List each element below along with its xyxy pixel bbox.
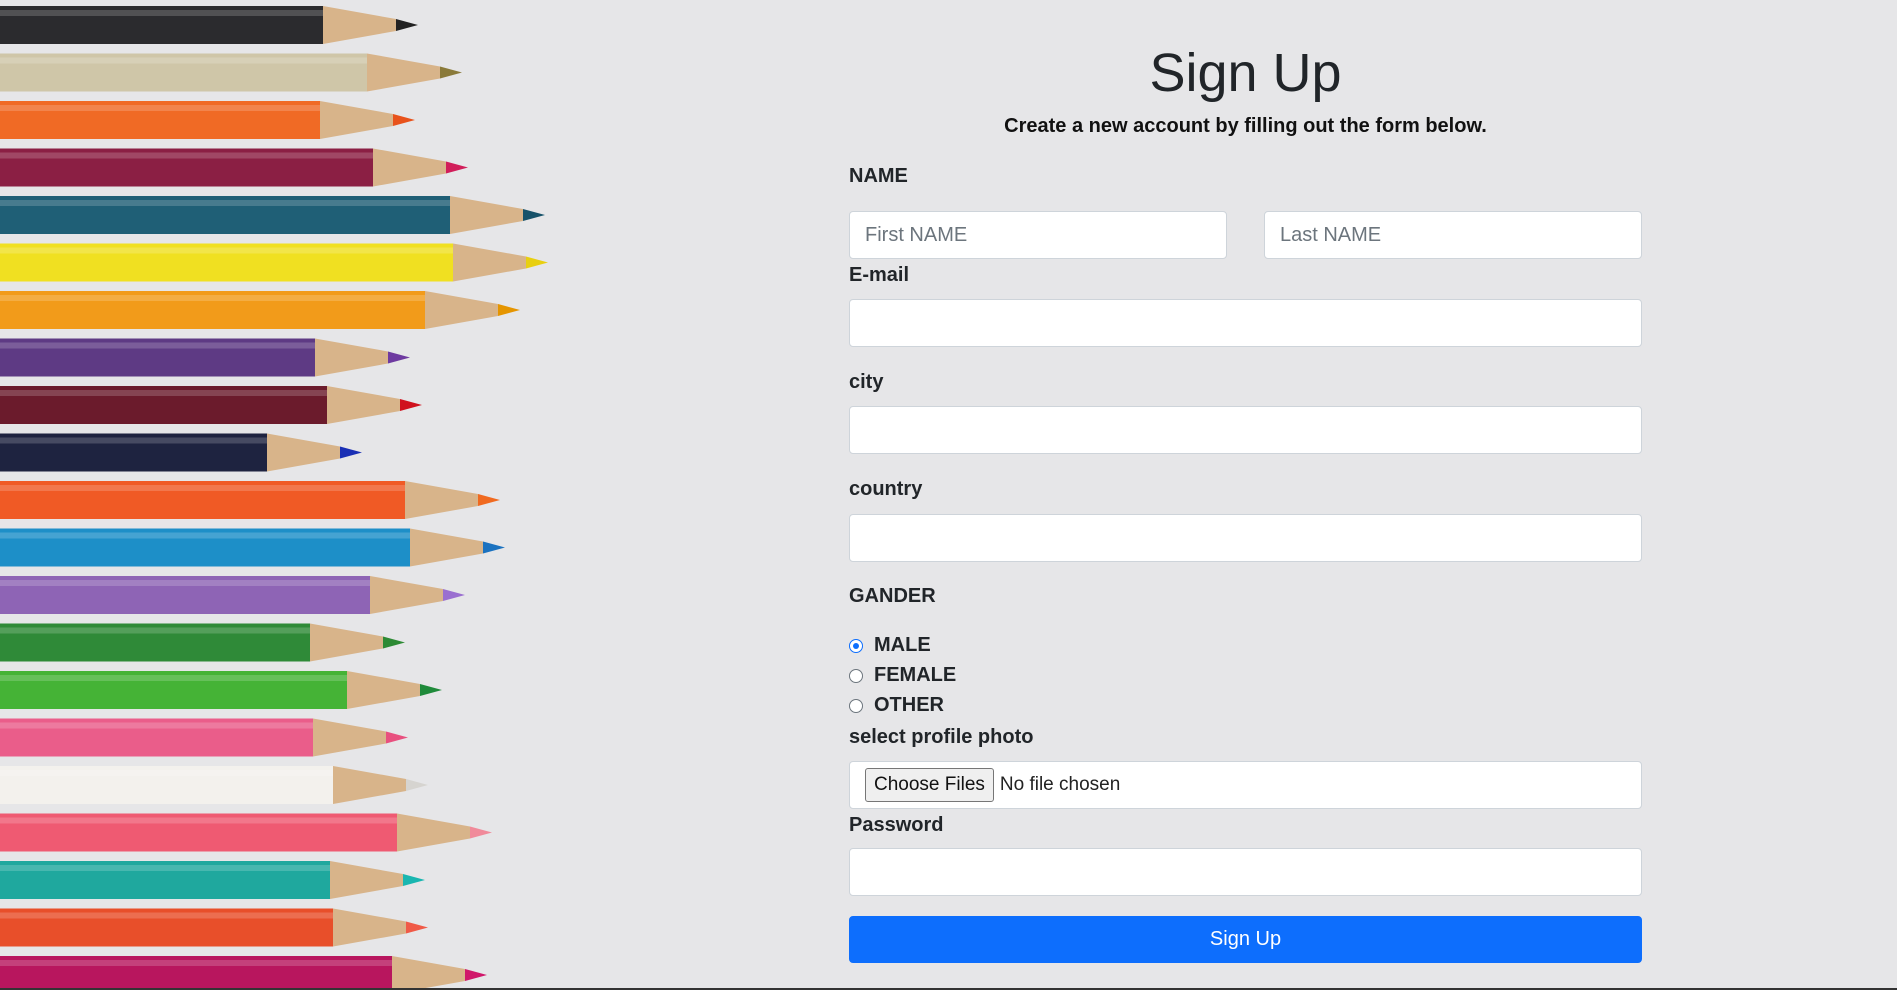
gender-option-female[interactable]: FEMALE: [849, 664, 956, 687]
pencil-wood: [367, 53, 440, 92]
name-label: NAME: [849, 165, 908, 187]
pencil-wood: [425, 291, 498, 329]
last-name-input[interactable]: [1264, 211, 1642, 259]
file-status-text: No file chosen: [999, 774, 1121, 795]
pencil-tip: [478, 494, 500, 506]
pencil-tip: [396, 19, 418, 31]
pencil-wood: [323, 6, 396, 44]
gender-option-other[interactable]: OTHER: [849, 694, 944, 717]
pencil-wood: [310, 623, 383, 662]
password-input[interactable]: [849, 848, 1642, 896]
pencil-wood: [392, 956, 465, 990]
pencil-tip: [406, 779, 428, 791]
pencil-wood: [327, 386, 400, 424]
pencil-wood: [330, 861, 403, 899]
gender-label: GANDER: [849, 585, 936, 607]
pencil-shine: [0, 817, 397, 824]
first-name-input[interactable]: [849, 211, 1227, 259]
page-subtitle: Create a new account by filling out the …: [1004, 115, 1487, 137]
pencil-shine: [0, 57, 367, 64]
pencil-shine: [0, 390, 327, 396]
profile-photo-file-input[interactable]: Choose Files No file chosen: [849, 761, 1642, 809]
pencil-shine: [0, 960, 392, 966]
pencil-shine: [0, 532, 410, 539]
pencil-tip: [388, 351, 410, 364]
pencil-wood: [347, 671, 420, 709]
country-label: country: [849, 478, 923, 500]
pencil-tip: [446, 161, 468, 174]
pencil-tip: [420, 684, 442, 696]
pencil-shine: [0, 865, 330, 871]
pencil-tip: [406, 921, 428, 934]
pencil-shine: [0, 627, 310, 634]
sign-up-button[interactable]: Sign Up: [849, 916, 1642, 963]
pencil-wood: [333, 908, 406, 947]
radio-female[interactable]: [849, 668, 863, 683]
choose-files-button[interactable]: Choose Files: [865, 768, 994, 802]
radio-label-female: FEMALE: [874, 664, 957, 686]
pencil-wood: [405, 481, 478, 519]
pencil-tip: [470, 826, 492, 839]
pencil-shine: [0, 580, 370, 586]
pencil-wood: [320, 101, 393, 139]
city-input[interactable]: [849, 406, 1642, 454]
pencil-shine: [0, 485, 405, 491]
password-label: Password: [849, 814, 944, 836]
pencil-tip: [483, 541, 505, 554]
pencil-shine: [0, 10, 323, 16]
pencil-tip: [403, 874, 425, 886]
profile-photo-label: select profile photo: [849, 726, 1034, 748]
pencil-wood: [315, 338, 388, 377]
pencil-tip: [386, 731, 408, 744]
pencil-tip: [523, 209, 545, 221]
page-title: Sign Up: [1149, 43, 1342, 103]
pencil-shine: [0, 722, 313, 729]
pencil-wood: [450, 196, 523, 234]
pencil-wood: [370, 576, 443, 614]
email-label: E-mail: [849, 264, 910, 286]
pencil-tip: [443, 589, 465, 601]
email-input[interactable]: [849, 299, 1642, 347]
pencil-wood: [333, 766, 406, 804]
pencil-tip: [400, 399, 422, 411]
radio-male[interactable]: [849, 638, 863, 653]
pencil-wood: [453, 243, 526, 282]
radio-label-male: MALE: [874, 634, 931, 656]
pencil-shine: [0, 912, 333, 919]
pencil-tip: [393, 114, 415, 126]
radio-other[interactable]: [849, 698, 863, 713]
colored-pencils-image: [0, 6, 548, 990]
pencil-shine: [0, 200, 450, 206]
pencil-tip: [498, 304, 520, 316]
pencil-tip: [465, 969, 487, 981]
radio-label-other: OTHER: [874, 694, 944, 716]
city-label: city: [849, 371, 884, 393]
country-input[interactable]: [849, 514, 1642, 562]
pencil-shine: [0, 152, 373, 159]
pencil-wood: [397, 813, 470, 852]
pencil-wood: [267, 433, 340, 472]
pencil-shine: [0, 105, 320, 111]
pencil-tip: [340, 446, 362, 459]
pencil-tip: [383, 636, 405, 649]
pencil-wood: [410, 528, 483, 567]
pencil-shine: [0, 770, 333, 776]
pencil-wood: [373, 148, 446, 187]
pencil-tip: [526, 256, 548, 269]
pencil-shine: [0, 437, 267, 444]
pencil-wood: [313, 718, 386, 757]
pencil-shine: [0, 247, 453, 254]
pencil-shine: [0, 675, 347, 681]
pencil-shine: [0, 295, 425, 301]
pencil-shine: [0, 342, 315, 349]
pencil-tip: [440, 66, 462, 79]
gender-option-male[interactable]: MALE: [849, 634, 931, 657]
